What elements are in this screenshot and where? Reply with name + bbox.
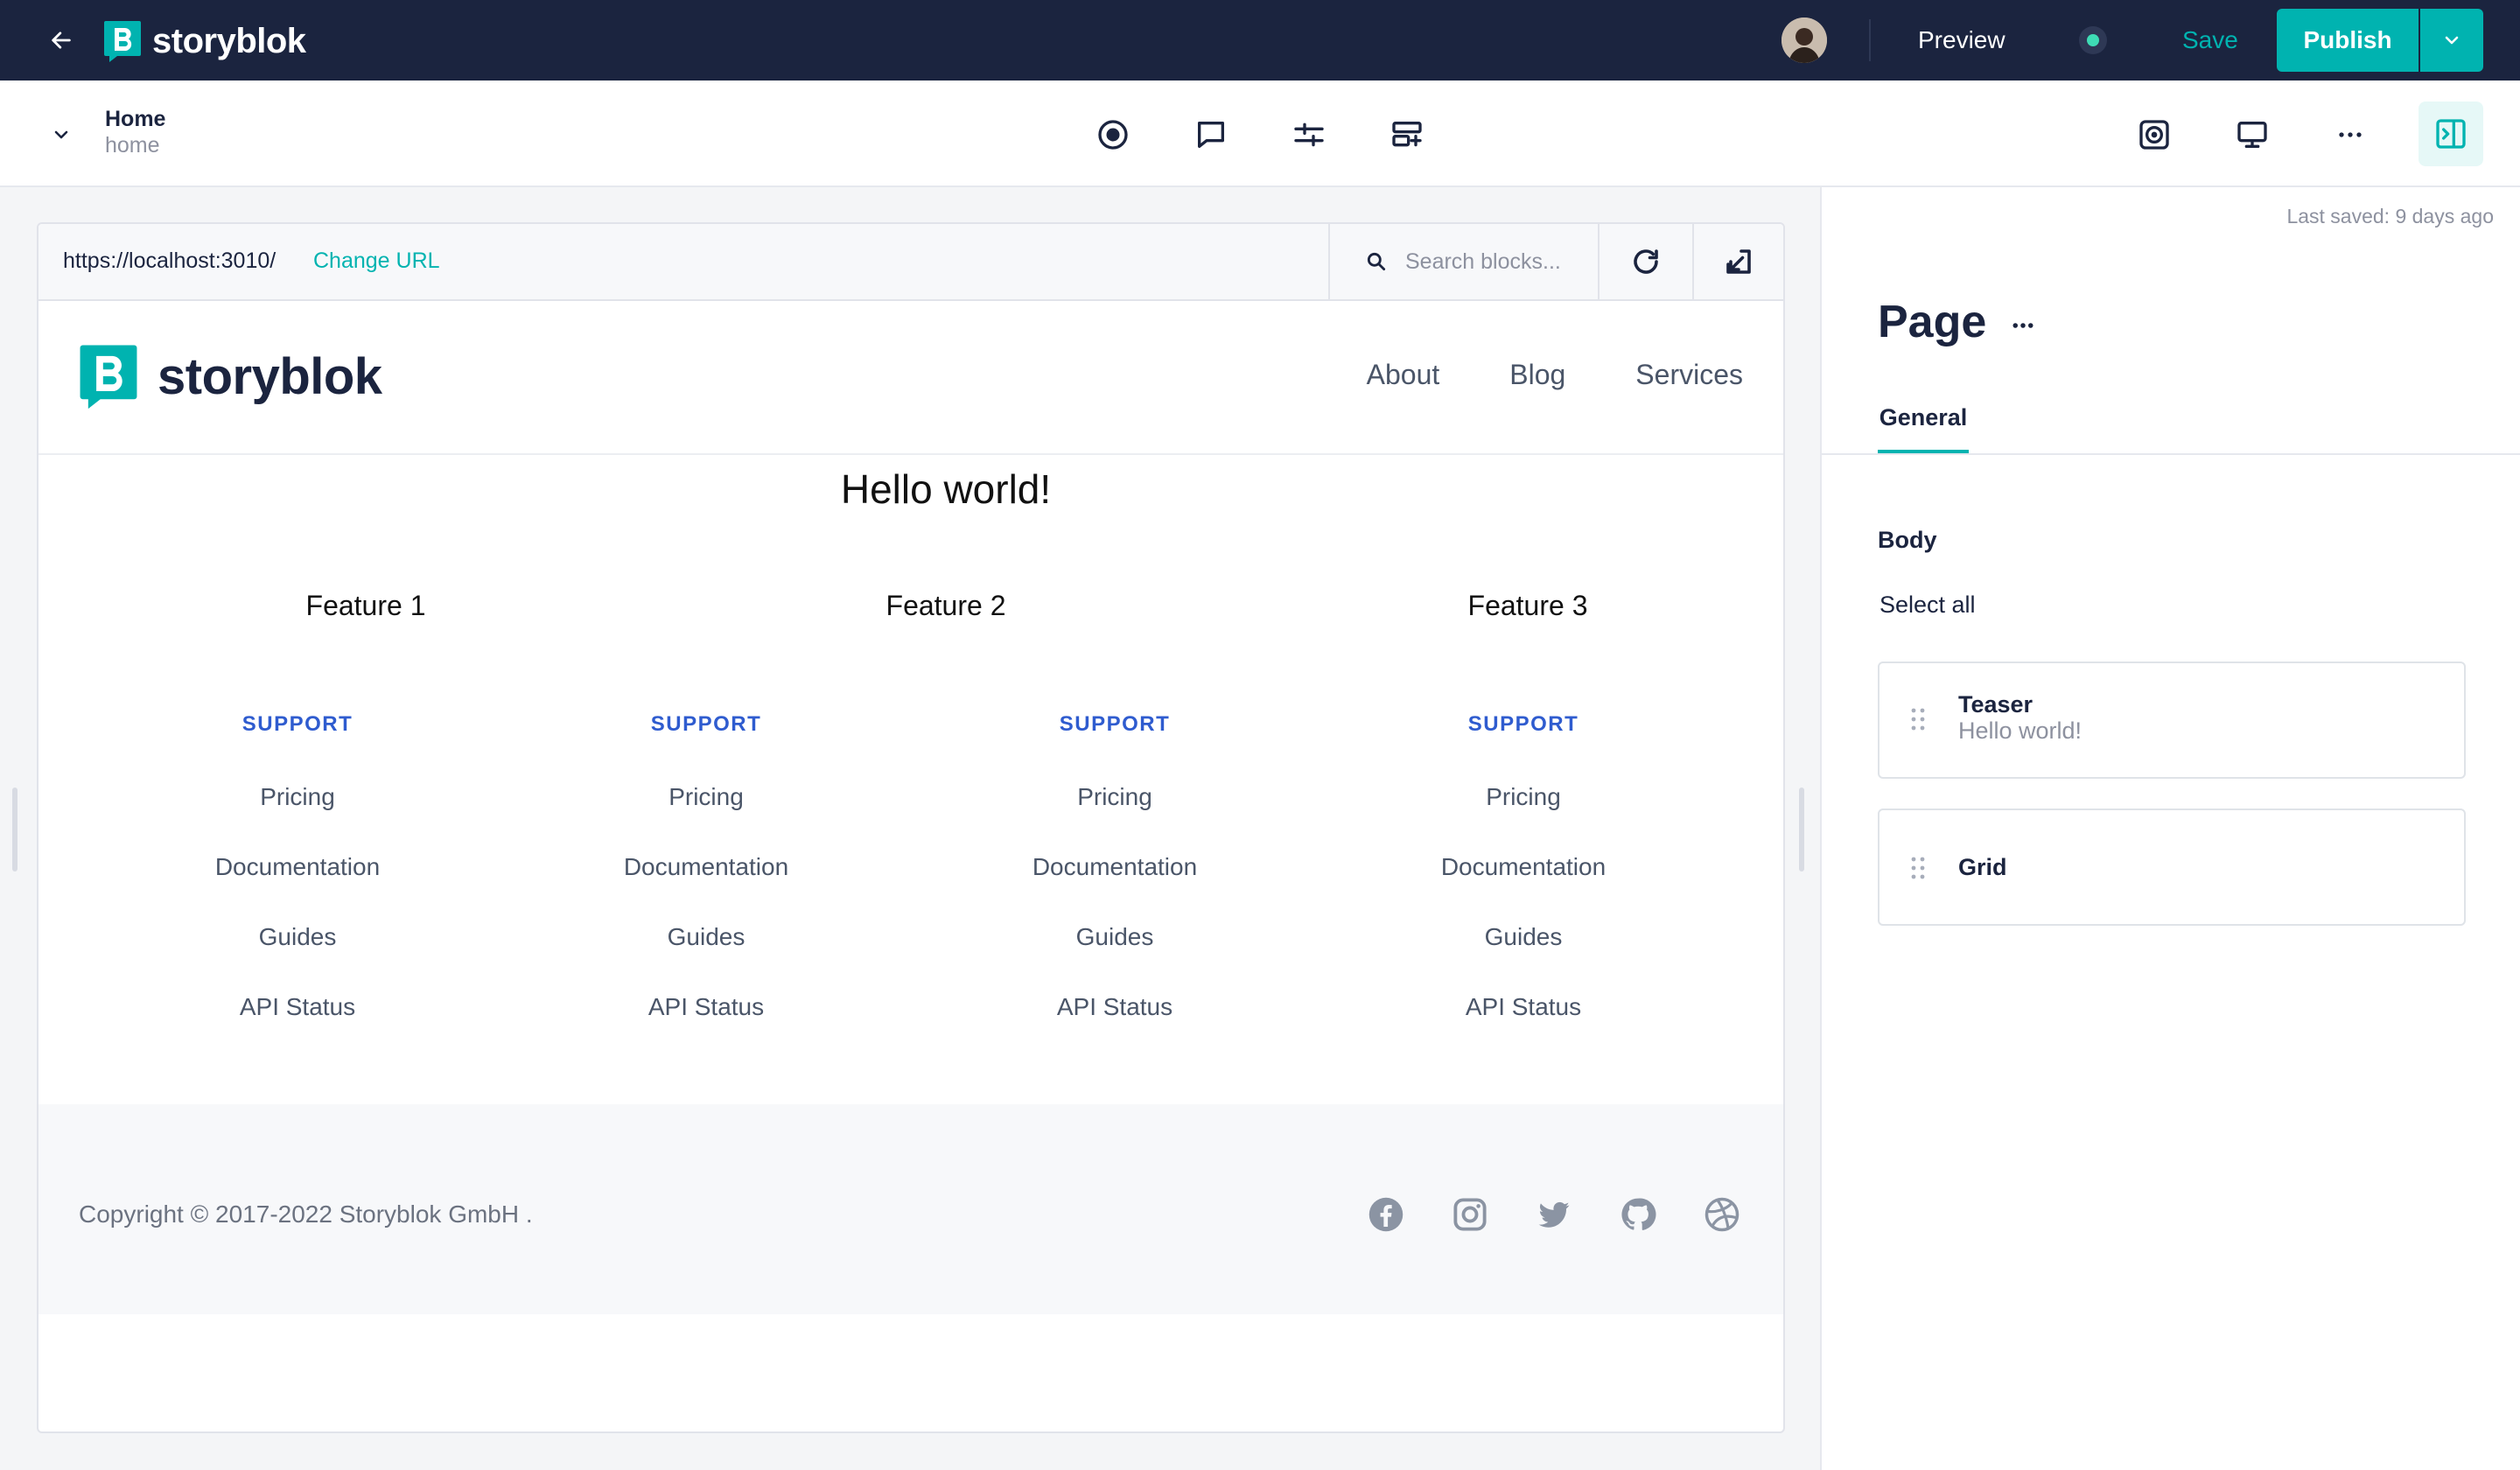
link-documentation[interactable]: Documentation bbox=[575, 852, 837, 882]
app-brand-name: storyblok bbox=[152, 21, 306, 60]
teaser-headline[interactable]: Hello world! bbox=[511, 466, 1381, 513]
block-item-grid[interactable]: Grid bbox=[1878, 808, 2466, 926]
block-title: Teaser bbox=[1958, 691, 2034, 718]
copyright-text: Copyright © 2017-2022 Storyblok GmbH . bbox=[79, 1200, 533, 1228]
link-guides[interactable]: Guides bbox=[575, 922, 837, 952]
block-subtitle: Hello world! bbox=[1958, 718, 2082, 744]
user-avatar[interactable] bbox=[1782, 18, 1827, 63]
drag-handle-icon[interactable] bbox=[1909, 856, 1927, 880]
target-icon[interactable] bbox=[1090, 112, 1136, 158]
footer-link-column: SUPPORT Pricing Documentation Guides API… bbox=[984, 712, 1246, 1022]
preview-frame: https://localhost:3010/ Change URL story… bbox=[37, 222, 1785, 1433]
instagram-icon[interactable] bbox=[1451, 1195, 1489, 1234]
link-guides[interactable]: Guides bbox=[984, 922, 1246, 952]
change-url-link[interactable]: Change URL bbox=[313, 248, 440, 274]
twitter-icon[interactable] bbox=[1535, 1195, 1573, 1234]
nav-link-blog[interactable]: Blog bbox=[1509, 359, 1565, 391]
search-input[interactable] bbox=[1405, 248, 1580, 275]
feature-2[interactable]: Feature 2 bbox=[802, 590, 1090, 622]
divider bbox=[1869, 19, 1871, 61]
preview-button[interactable]: Preview bbox=[1897, 19, 2026, 61]
preview-url-bar: https://localhost:3010/ Change URL bbox=[38, 224, 1783, 301]
block-item-teaser[interactable]: Teaser Hello world! bbox=[1878, 662, 2466, 779]
desktop-icon[interactable] bbox=[2230, 112, 2275, 158]
site-nav: About Blog Services bbox=[1367, 359, 1743, 391]
link-pricing[interactable]: Pricing bbox=[1392, 782, 1655, 812]
search-blocks[interactable] bbox=[1328, 224, 1598, 299]
save-button[interactable]: Save bbox=[2161, 19, 2259, 61]
link-column-heading: SUPPORT bbox=[1059, 712, 1171, 736]
add-block-icon[interactable] bbox=[1384, 112, 1430, 158]
block-title: Grid bbox=[1958, 854, 2007, 880]
resize-handle-left[interactable] bbox=[12, 788, 18, 872]
link-guides[interactable]: Guides bbox=[1392, 922, 1655, 952]
link-documentation[interactable]: Documentation bbox=[1392, 852, 1655, 882]
reload-icon bbox=[1634, 249, 1658, 274]
nav-link-services[interactable]: Services bbox=[1635, 359, 1743, 391]
comment-icon[interactable] bbox=[1188, 112, 1234, 158]
reload-button[interactable] bbox=[1598, 224, 1692, 299]
site-logo[interactable]: storyblok bbox=[79, 341, 382, 411]
open-in-new-button[interactable] bbox=[1692, 224, 1783, 299]
feature-3[interactable]: Feature 3 bbox=[1383, 590, 1672, 622]
story-title[interactable]: Home bbox=[105, 107, 165, 132]
storyblok-logo-icon bbox=[104, 21, 141, 62]
content-panel: Last saved: 9 days ago Page General Body… bbox=[1820, 187, 2520, 1470]
facebook-icon[interactable] bbox=[1367, 1195, 1405, 1234]
preview-url: https://localhost:3010/ bbox=[63, 248, 276, 273]
screenshot-icon[interactable] bbox=[2132, 112, 2177, 158]
publish-button[interactable]: Publish bbox=[2277, 9, 2418, 72]
publish-options-button[interactable] bbox=[2420, 9, 2483, 72]
dribbble-icon[interactable] bbox=[1703, 1195, 1741, 1234]
external-link-icon bbox=[1726, 249, 1751, 274]
divider bbox=[1822, 453, 2520, 455]
link-pricing[interactable]: Pricing bbox=[984, 782, 1246, 812]
link-column-heading: SUPPORT bbox=[650, 712, 762, 736]
footer-link-column: SUPPORT Pricing Documentation Guides API… bbox=[166, 712, 429, 1022]
select-all-button[interactable]: Select all bbox=[1880, 592, 1976, 619]
top-bar: storyblok Preview Save Publish bbox=[0, 0, 2520, 80]
story-slug: home bbox=[105, 133, 160, 158]
footer-link-column: SUPPORT Pricing Documentation Guides API… bbox=[1392, 712, 1655, 1022]
link-documentation[interactable]: Documentation bbox=[984, 852, 1246, 882]
drag-handle-icon[interactable] bbox=[1909, 707, 1927, 732]
link-guides[interactable]: Guides bbox=[166, 922, 429, 952]
feature-1[interactable]: Feature 1 bbox=[221, 590, 510, 622]
link-column-heading: SUPPORT bbox=[242, 712, 354, 736]
github-icon[interactable] bbox=[1619, 1195, 1657, 1234]
site-logo-text: storyblok bbox=[158, 347, 382, 405]
more-icon[interactable] bbox=[2328, 112, 2373, 158]
tab-general[interactable]: General bbox=[1878, 404, 1969, 453]
body-field-label: Body bbox=[1878, 527, 1937, 553]
link-api-status[interactable]: API Status bbox=[166, 992, 429, 1022]
link-api-status[interactable]: API Status bbox=[984, 992, 1246, 1022]
link-documentation[interactable]: Documentation bbox=[166, 852, 429, 882]
story-menu-toggle[interactable] bbox=[46, 119, 77, 150]
app-logo[interactable]: storyblok bbox=[103, 19, 306, 63]
last-saved-status: Last saved: 9 days ago bbox=[2286, 205, 2494, 228]
editor-toolbar: Home home bbox=[0, 80, 2520, 187]
link-pricing[interactable]: Pricing bbox=[166, 782, 429, 812]
resize-handle-right[interactable] bbox=[1799, 788, 1804, 872]
search-icon bbox=[1367, 252, 1386, 271]
site-header: storyblok About Blog Services bbox=[38, 301, 1783, 455]
chevron-down-icon bbox=[54, 130, 68, 139]
storyblok-logo-icon bbox=[80, 345, 137, 410]
footer-link-column: SUPPORT Pricing Documentation Guides API… bbox=[575, 712, 837, 1022]
panel-toggle-icon[interactable] bbox=[2418, 102, 2483, 166]
panel-title: Page bbox=[1878, 297, 1987, 347]
link-column-heading: SUPPORT bbox=[1467, 712, 1579, 736]
link-api-status[interactable]: API Status bbox=[1392, 992, 1655, 1022]
chevron-down-icon bbox=[2445, 36, 2459, 45]
nav-link-about[interactable]: About bbox=[1367, 359, 1440, 391]
link-api-status[interactable]: API Status bbox=[575, 992, 837, 1022]
more-icon[interactable] bbox=[2006, 308, 2040, 343]
status-indicator-icon bbox=[2079, 26, 2107, 54]
back-arrow-icon[interactable] bbox=[44, 23, 79, 58]
link-pricing[interactable]: Pricing bbox=[575, 782, 837, 812]
sliders-icon[interactable] bbox=[1286, 112, 1332, 158]
site-footer: Copyright © 2017-2022 Storyblok GmbH . bbox=[38, 1104, 1783, 1314]
